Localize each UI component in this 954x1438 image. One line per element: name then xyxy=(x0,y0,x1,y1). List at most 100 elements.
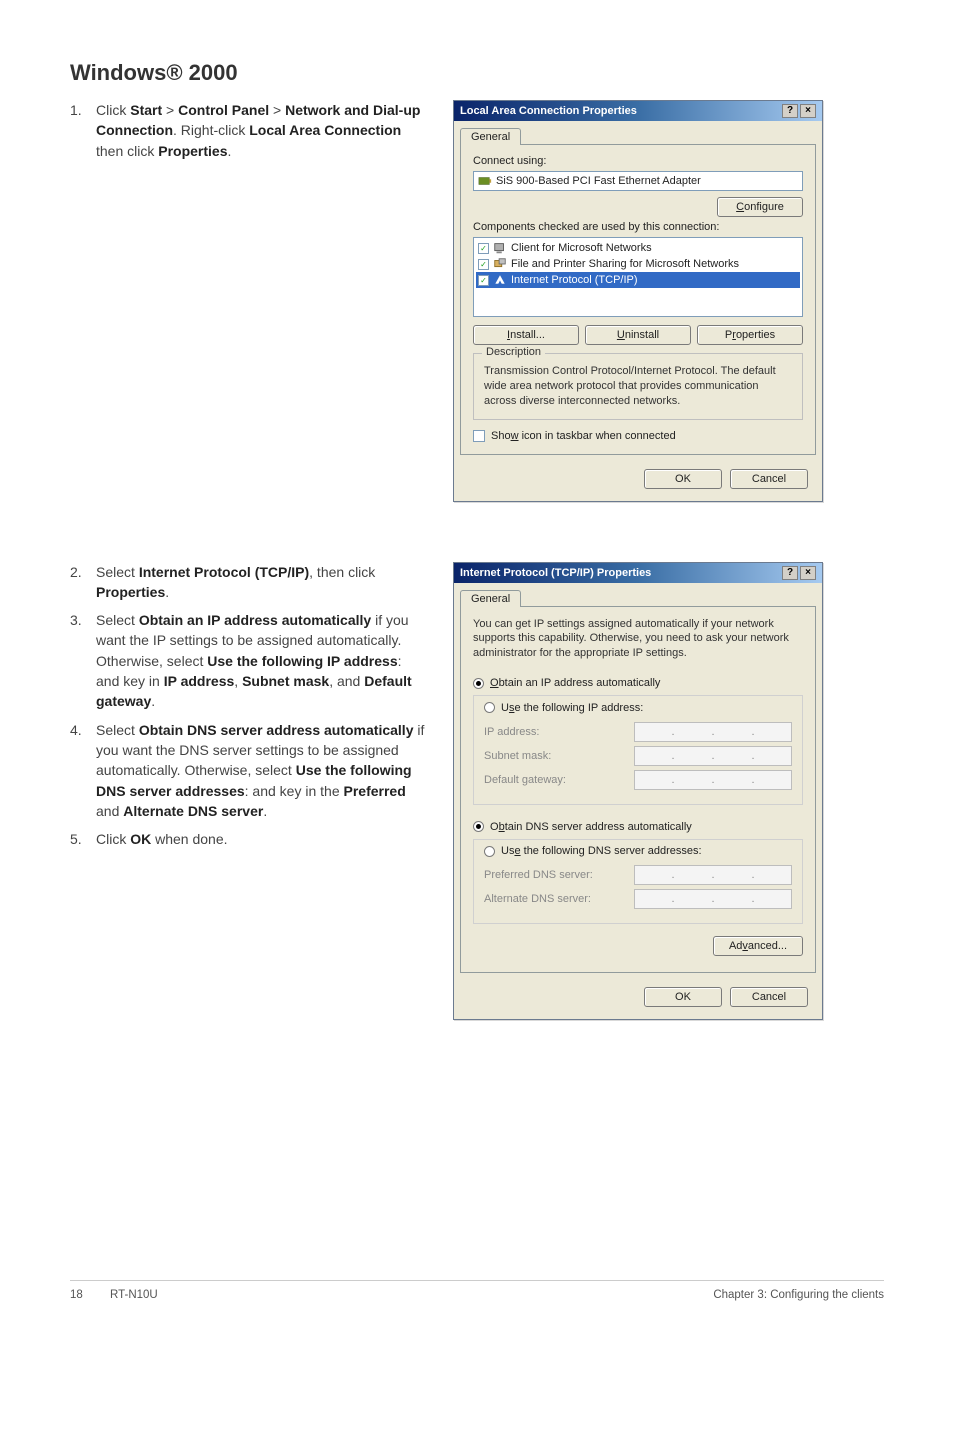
static-ip-group: Use the following IP address: IP address… xyxy=(473,695,803,805)
tab-general[interactable]: General xyxy=(460,590,521,607)
page-footer: 18 RT-N10U Chapter 3: Configuring the cl… xyxy=(70,1280,884,1301)
model-name: RT-N10U xyxy=(110,1289,713,1301)
cancel-button[interactable]: Cancel xyxy=(730,987,808,1007)
lan-properties-dialog: Local Area Connection Properties ? × Gen… xyxy=(453,100,823,502)
close-button[interactable]: × xyxy=(800,104,816,118)
step-text: Select Internet Protocol (TCP/IP), then … xyxy=(96,562,425,603)
step-text: Select Obtain DNS server address automat… xyxy=(96,720,425,821)
dialog-title: Internet Protocol (TCP/IP) Properties xyxy=(460,567,651,579)
t: Properties xyxy=(158,143,227,159)
t: , then click xyxy=(309,564,375,580)
t: Click xyxy=(96,831,130,847)
step-number: 4. xyxy=(70,720,96,821)
radio-icon[interactable] xyxy=(473,678,484,689)
properties-button[interactable]: Properties xyxy=(697,325,803,345)
sharing-icon xyxy=(493,257,507,271)
t: . xyxy=(228,143,232,159)
list-item[interactable]: ✓ Client for Microsoft Networks xyxy=(476,240,800,256)
t: Obtain an IP address automatically xyxy=(139,612,371,628)
tab-general[interactable]: General xyxy=(460,128,521,145)
show-icon-checkbox[interactable]: Show icon in taskbar when connected xyxy=(473,430,803,442)
close-button[interactable]: × xyxy=(800,566,816,580)
configure-button[interactable]: CConfigureonfigure xyxy=(717,197,803,217)
t: and xyxy=(96,803,123,819)
t: Select xyxy=(96,612,139,628)
advanced-button[interactable]: Advanced... xyxy=(713,936,803,956)
t: : and key in the xyxy=(245,783,344,799)
radio-icon[interactable] xyxy=(484,702,495,713)
t: Obtain DNS server address automatically xyxy=(139,722,414,738)
checkbox-icon[interactable] xyxy=(473,430,485,442)
t: > xyxy=(162,102,178,118)
radio-use-ip[interactable]: Use the following IP address: xyxy=(484,702,647,714)
ok-button[interactable]: OK xyxy=(644,987,722,1007)
radio-icon[interactable] xyxy=(484,846,495,857)
connect-using-label: Connect using: xyxy=(473,155,803,167)
components-label: Components checked are used by this conn… xyxy=(473,221,803,233)
t: . xyxy=(263,803,267,819)
titlebar: Local Area Connection Properties ? × xyxy=(454,101,822,121)
protocol-icon xyxy=(493,273,507,287)
field-label: IP address: xyxy=(484,726,634,738)
field-label: Alternate DNS server: xyxy=(484,893,634,905)
chapter-title: Chapter 3: Configuring the clients xyxy=(713,1289,884,1301)
t: Click xyxy=(96,102,130,118)
radio-icon[interactable] xyxy=(473,821,484,832)
page-number: 18 xyxy=(70,1289,110,1301)
step-text: Select Obtain an IP address automaticall… xyxy=(96,610,425,711)
steps-col-2: 2. Select Internet Protocol (TCP/IP), th… xyxy=(70,562,425,1021)
list-item[interactable]: ✓ File and Printer Sharing for Microsoft… xyxy=(476,256,800,272)
components-list[interactable]: ✓ Client for Microsoft Networks ✓ File a… xyxy=(473,237,803,317)
field-label: Subnet mask: xyxy=(484,750,634,762)
list-item-label: Client for Microsoft Networks xyxy=(511,242,652,254)
step-number: 3. xyxy=(70,610,96,711)
preferred-dns-field: ... xyxy=(634,865,792,885)
alternate-dns-field: ... xyxy=(634,889,792,909)
ok-button[interactable]: OK xyxy=(644,469,722,489)
step-number: 2. xyxy=(70,562,96,603)
help-button[interactable]: ? xyxy=(782,566,798,580)
t: Use the following IP address xyxy=(207,653,397,669)
radio-label: Use the following DNS server addresses: xyxy=(501,845,702,857)
adapter-field: SiS 900-Based PCI Fast Ethernet Adapter xyxy=(473,171,803,191)
t: Preferred xyxy=(344,783,406,799)
ip-address-field: ... xyxy=(634,722,792,742)
titlebar: Internet Protocol (TCP/IP) Properties ? … xyxy=(454,563,822,583)
step-number: 5. xyxy=(70,829,96,849)
static-dns-group: Use the following DNS server addresses: … xyxy=(473,839,803,925)
t: Select xyxy=(96,564,139,580)
checkbox-icon[interactable]: ✓ xyxy=(478,259,489,270)
radio-use-dns[interactable]: Use the following DNS server addresses: xyxy=(484,845,706,857)
checkbox-icon[interactable]: ✓ xyxy=(478,243,489,254)
t: then click xyxy=(96,143,158,159)
subnet-row: Subnet mask: ... xyxy=(484,746,792,766)
dialog-title: Local Area Connection Properties xyxy=(460,105,637,117)
preferred-dns-row: Preferred DNS server: ... xyxy=(484,865,792,885)
t: Subnet mask xyxy=(242,673,329,689)
step-text: Click Start > Control Panel > Network an… xyxy=(96,100,425,161)
cancel-button[interactable]: Cancel xyxy=(730,469,808,489)
install-button[interactable]: Install... xyxy=(473,325,579,345)
t: > xyxy=(269,102,285,118)
intro-text: You can get IP settings assigned automat… xyxy=(473,617,803,662)
checkbox-label: Show icon in taskbar when connected xyxy=(491,430,676,442)
field-label: Preferred DNS server: xyxy=(484,869,634,881)
t: Local Area Connection xyxy=(249,122,401,138)
list-item-label: File and Printer Sharing for Microsoft N… xyxy=(511,258,739,270)
radio-obtain-ip[interactable]: Obtain an IP address automatically xyxy=(473,677,803,689)
checkbox-icon[interactable]: ✓ xyxy=(478,275,489,286)
t: . xyxy=(165,584,169,600)
adapter-name: SiS 900-Based PCI Fast Ethernet Adapter xyxy=(496,175,701,187)
subnet-mask-field: ... xyxy=(634,746,792,766)
radio-obtain-dns[interactable]: Obtain DNS server address automatically xyxy=(473,821,803,833)
nic-icon xyxy=(478,174,492,188)
page-heading: Windows® 2000 xyxy=(70,60,884,86)
steps-col-1: 1. Click Start > Control Panel > Network… xyxy=(70,100,425,502)
list-item-label: Internet Protocol (TCP/IP) xyxy=(511,274,638,286)
t: Alternate DNS server xyxy=(123,803,263,819)
list-item-selected[interactable]: ✓ Internet Protocol (TCP/IP) xyxy=(476,272,800,288)
t: Control Panel xyxy=(178,102,269,118)
t: Internet Protocol (TCP/IP) xyxy=(139,564,309,580)
uninstall-button[interactable]: Uninstall xyxy=(585,325,691,345)
help-button[interactable]: ? xyxy=(782,104,798,118)
